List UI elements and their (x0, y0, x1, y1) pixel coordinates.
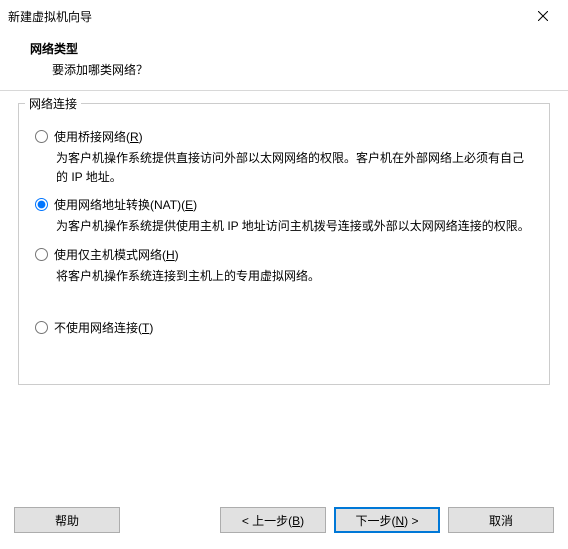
page-title: 网络类型 (30, 40, 550, 57)
option-nat-label[interactable]: 使用网络地址转换(NAT)(E) (35, 196, 533, 213)
option-nat-desc: 为客户机操作系统提供使用主机 IP 地址访问主机拨号连接或外部以太网网络连接的权… (56, 217, 533, 236)
back-button[interactable]: < 上一步(B) (220, 507, 326, 533)
next-button[interactable]: 下一步(N) > (334, 507, 440, 533)
radio-nat[interactable] (35, 198, 48, 211)
content-area: 网络连接 使用桥接网络(R) 为客户机操作系统提供直接访问外部以太网网络的权限。… (0, 103, 568, 501)
option-bridged-label[interactable]: 使用桥接网络(R) (35, 128, 533, 145)
option-nat-text: 使用网络地址转换(NAT)(E) (54, 196, 197, 213)
radio-none[interactable] (35, 321, 48, 334)
titlebar: 新建虚拟机向导 (0, 0, 568, 32)
close-icon (538, 11, 548, 21)
radio-bridged[interactable] (35, 130, 48, 143)
window-title: 新建虚拟机向导 (8, 8, 520, 25)
option-hostonly-text: 使用仅主机模式网络(H) (54, 246, 179, 263)
wizard-window: 新建虚拟机向导 网络类型 要添加哪类网络？ 网络连接 使用桥接网络(R) 为客户… (0, 0, 568, 549)
option-none-label[interactable]: 不使用网络连接(T) (35, 319, 533, 336)
option-bridged: 使用桥接网络(R) 为客户机操作系统提供直接访问外部以太网网络的权限。客户机在外… (35, 128, 533, 186)
option-hostonly-desc: 将客户机操作系统连接到主机上的专用虚拟网络。 (56, 267, 533, 286)
option-hostonly: 使用仅主机模式网络(H) 将客户机操作系统连接到主机上的专用虚拟网络。 (35, 246, 533, 286)
close-button[interactable] (520, 1, 566, 31)
nav-button-group: < 上一步(B) 下一步(N) > (220, 507, 440, 533)
option-none-text: 不使用网络连接(T) (54, 319, 153, 336)
radio-hostonly[interactable] (35, 248, 48, 261)
wizard-header: 网络类型 要添加哪类网络？ (0, 32, 568, 88)
page-subtitle: 要添加哪类网络？ (30, 61, 550, 78)
help-button[interactable]: 帮助 (14, 507, 120, 533)
option-hostonly-label[interactable]: 使用仅主机模式网络(H) (35, 246, 533, 263)
footer: 帮助 < 上一步(B) 下一步(N) > 取消 (0, 501, 568, 549)
cancel-button[interactable]: 取消 (448, 507, 554, 533)
option-bridged-desc: 为客户机操作系统提供直接访问外部以太网网络的权限。客户机在外部网络上必须有自己的… (56, 149, 533, 186)
group-legend: 网络连接 (25, 95, 81, 112)
option-nat: 使用网络地址转换(NAT)(E) 为客户机操作系统提供使用主机 IP 地址访问主… (35, 196, 533, 236)
network-connection-group: 网络连接 使用桥接网络(R) 为客户机操作系统提供直接访问外部以太网网络的权限。… (18, 103, 550, 385)
option-bridged-text: 使用桥接网络(R) (54, 128, 143, 145)
header-divider (0, 90, 568, 91)
option-none: 不使用网络连接(T) (35, 319, 533, 336)
